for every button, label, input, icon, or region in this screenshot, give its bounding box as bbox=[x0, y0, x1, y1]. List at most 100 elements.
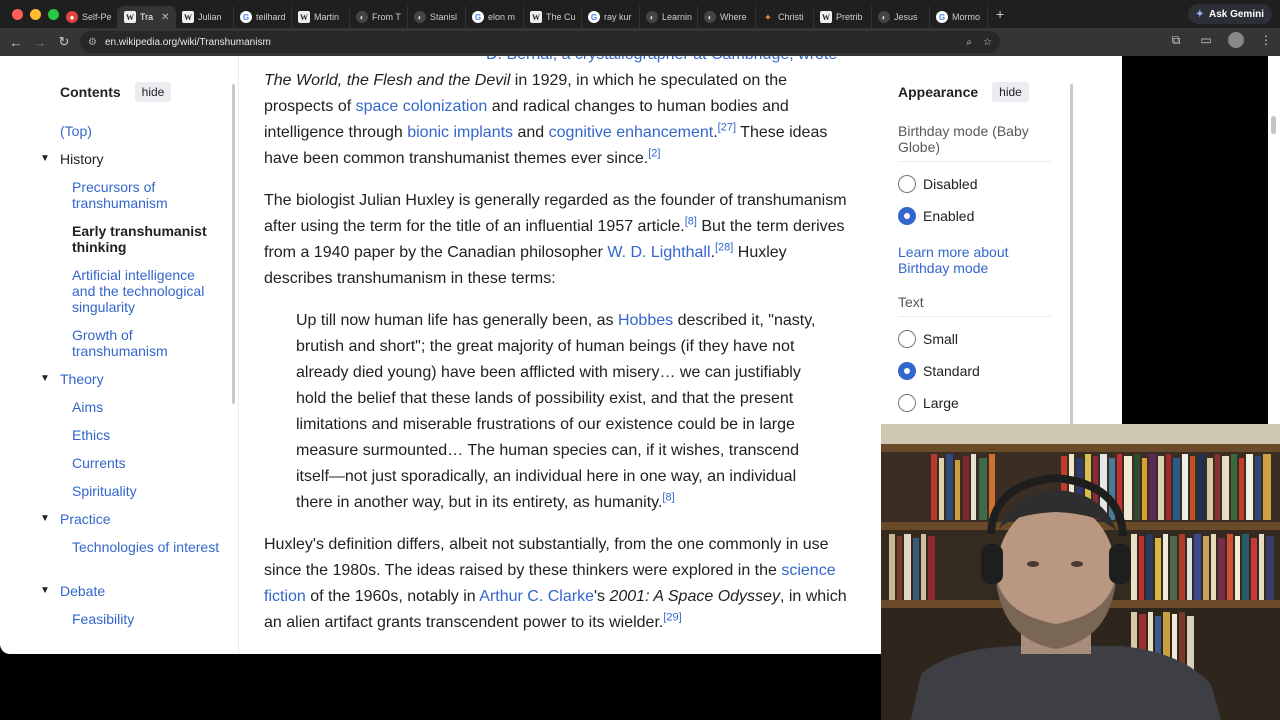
close-window-button[interactable] bbox=[12, 8, 23, 20]
toc-item-theory[interactable]: ▼ Theory bbox=[40, 371, 104, 387]
site-info-icon[interactable]: ⚙ bbox=[88, 37, 97, 48]
link-science-fiction[interactable]: fiction bbox=[264, 588, 306, 605]
zoom-icon[interactable]: ⌕ bbox=[966, 37, 972, 48]
tab-favicon-icon: ◐ bbox=[414, 11, 426, 23]
tab-label: Tra bbox=[140, 12, 154, 22]
browser-tab[interactable]: W The Cu bbox=[524, 6, 582, 28]
toc-title: Contents bbox=[60, 84, 121, 100]
tab-favicon-icon: W bbox=[298, 11, 310, 23]
browser-tab[interactable]: ✦ Christi bbox=[756, 6, 814, 28]
tab-label: Mormo bbox=[952, 12, 981, 22]
link-arthur-c-clarke[interactable]: Arthur C. Clarke bbox=[479, 588, 594, 605]
text-line: an alien artifact grants transcendent po… bbox=[264, 610, 682, 636]
radio-button[interactable] bbox=[898, 175, 916, 193]
bookmark-star-icon[interactable]: ☆ bbox=[983, 37, 992, 48]
text: described it, "nasty, bbox=[673, 312, 816, 329]
text-large-option[interactable]: Large bbox=[898, 394, 959, 412]
chevron-down-icon[interactable]: ▼ bbox=[40, 511, 50, 527]
citation-28[interactable]: [28] bbox=[715, 242, 733, 254]
toc-item-growth[interactable]: Growth of transhumanism bbox=[72, 327, 222, 359]
text: after using the term for the title of an… bbox=[264, 218, 685, 235]
text-line: intelligence through bionic implants and… bbox=[264, 120, 827, 146]
back-arrow-icon[interactable]: ← bbox=[4, 35, 28, 50]
reload-icon[interactable]: ↻ bbox=[52, 34, 76, 50]
table-of-contents: Contents hide (Top) ▼ History Precursors … bbox=[40, 56, 240, 654]
extensions-icon[interactable]: ⧉ bbox=[1168, 33, 1184, 48]
appearance-header: Appearance hide bbox=[898, 82, 1029, 102]
browser-tab[interactable]: Gelon m bbox=[466, 6, 524, 28]
forward-arrow-icon[interactable]: → bbox=[28, 35, 52, 50]
tab-label: Pretrib bbox=[836, 12, 863, 22]
radio-button-selected[interactable] bbox=[898, 207, 916, 225]
browser-tab[interactable]: ◐ Jesus bbox=[872, 6, 930, 28]
toc-item-currents[interactable]: Currents bbox=[72, 455, 222, 471]
ask-gemini-button[interactable]: ✦ Ask Gemini bbox=[1187, 4, 1272, 24]
toc-item-debate[interactable]: ▼ Debate bbox=[40, 583, 105, 599]
text-small-option[interactable]: Small bbox=[898, 330, 958, 348]
browser-tab[interactable]: Gray kur bbox=[582, 6, 640, 28]
toc-item-ai-singularity[interactable]: Artificial intelligence and the technolo… bbox=[72, 267, 222, 315]
new-tab-button[interactable]: + bbox=[988, 6, 1012, 22]
radio-button-selected[interactable] bbox=[898, 362, 916, 380]
birthday-enabled-option[interactable]: Enabled bbox=[898, 207, 974, 225]
zoom-window-button[interactable] bbox=[48, 8, 59, 20]
text-standard-option[interactable]: Standard bbox=[898, 362, 980, 380]
tab-label: Jesus bbox=[894, 12, 918, 22]
toc-item-spirituality[interactable]: Spirituality bbox=[72, 483, 222, 499]
chevron-down-icon[interactable]: ▼ bbox=[40, 151, 50, 167]
birthday-disabled-option[interactable]: Disabled bbox=[898, 175, 977, 193]
link-bionic-implants[interactable]: bionic implants bbox=[407, 124, 513, 141]
toc-item-practice[interactable]: ▼ Practice bbox=[40, 511, 111, 527]
toc-hide-button[interactable]: hide bbox=[134, 82, 172, 102]
toolbar-actions: ⧉ ▭ ⋮ bbox=[1168, 32, 1274, 48]
browser-tab[interactable]: ◐ Where bbox=[698, 6, 756, 28]
toc-item-history[interactable]: ▼ History bbox=[40, 151, 104, 167]
toc-item-early-thinking[interactable]: Early transhumanist thinking bbox=[72, 223, 222, 255]
menu-kebab-icon[interactable]: ⋮ bbox=[1258, 33, 1274, 47]
appearance-scrollbar[interactable] bbox=[1070, 84, 1073, 424]
browser-tab[interactable]: Gteilhard bbox=[234, 6, 292, 28]
citation-27[interactable]: [27] bbox=[718, 122, 736, 134]
text: have been common transhumanist themes ev… bbox=[264, 150, 649, 167]
text: an alien artifact grants transcendent po… bbox=[264, 614, 664, 631]
scrollbar-thumb[interactable] bbox=[1271, 116, 1276, 134]
browser-tab[interactable]: W Julian bbox=[176, 6, 234, 28]
browser-tab[interactable]: ◐ From T bbox=[350, 6, 408, 28]
toc-scrollbar[interactable] bbox=[232, 84, 235, 404]
link-cognitive-enhancement[interactable]: cognitive enhancement bbox=[549, 124, 714, 141]
browser-tab[interactable]: W Martin bbox=[292, 6, 350, 28]
radio-button[interactable] bbox=[898, 330, 916, 348]
citation-8[interactable]: [8] bbox=[662, 492, 674, 504]
close-tab-icon[interactable]: ✕ bbox=[161, 12, 169, 23]
citation-2[interactable]: [2] bbox=[648, 148, 660, 160]
browser-tab[interactable]: W Tra ✕ bbox=[118, 6, 176, 28]
appearance-hide-button[interactable]: hide bbox=[992, 82, 1029, 102]
toc-item-aims[interactable]: Aims bbox=[72, 399, 222, 415]
toc-item-precursors[interactable]: Precursors of transhumanism bbox=[72, 179, 222, 211]
link-hobbes[interactable]: Hobbes bbox=[618, 312, 673, 329]
chevron-down-icon[interactable]: ▼ bbox=[40, 583, 50, 599]
text-size-label: Text bbox=[898, 294, 924, 310]
citation-29[interactable]: [29] bbox=[663, 612, 681, 624]
browser-tab[interactable]: ◐ Learnin bbox=[640, 6, 698, 28]
minimize-window-button[interactable] bbox=[30, 8, 41, 20]
toc-item-top[interactable]: (Top) bbox=[60, 123, 92, 139]
toc-item-technologies[interactable]: Technologies of interest bbox=[72, 539, 222, 555]
chevron-down-icon[interactable]: ▼ bbox=[40, 371, 50, 387]
link-space-colonization[interactable]: space colonization bbox=[356, 98, 488, 115]
browser-tab[interactable]: G Mormo bbox=[930, 6, 988, 28]
browser-tab[interactable]: ◐ Stanisl bbox=[408, 6, 466, 28]
divider bbox=[898, 161, 1052, 162]
browser-tab[interactable]: W Pretrib bbox=[814, 6, 872, 28]
browser-tab[interactable]: ● Self-Pe bbox=[60, 6, 118, 28]
toc-item-feasibility[interactable]: Feasibility bbox=[72, 611, 222, 627]
address-bar[interactable]: ⚙ en.wikipedia.org/wiki/Transhumanism ⌕ … bbox=[80, 31, 1000, 53]
profile-avatar[interactable] bbox=[1228, 32, 1244, 48]
learn-more-link[interactable]: Learn more about Birthday mode bbox=[898, 244, 1048, 276]
side-panel-icon[interactable]: ▭ bbox=[1198, 33, 1214, 47]
radio-button[interactable] bbox=[898, 394, 916, 412]
citation-8[interactable]: [8] bbox=[685, 216, 697, 228]
link-science-fiction[interactable]: science bbox=[781, 562, 835, 579]
toc-item-ethics[interactable]: Ethics bbox=[72, 427, 222, 443]
link-lighthall[interactable]: W. D. Lighthall bbox=[607, 244, 710, 261]
